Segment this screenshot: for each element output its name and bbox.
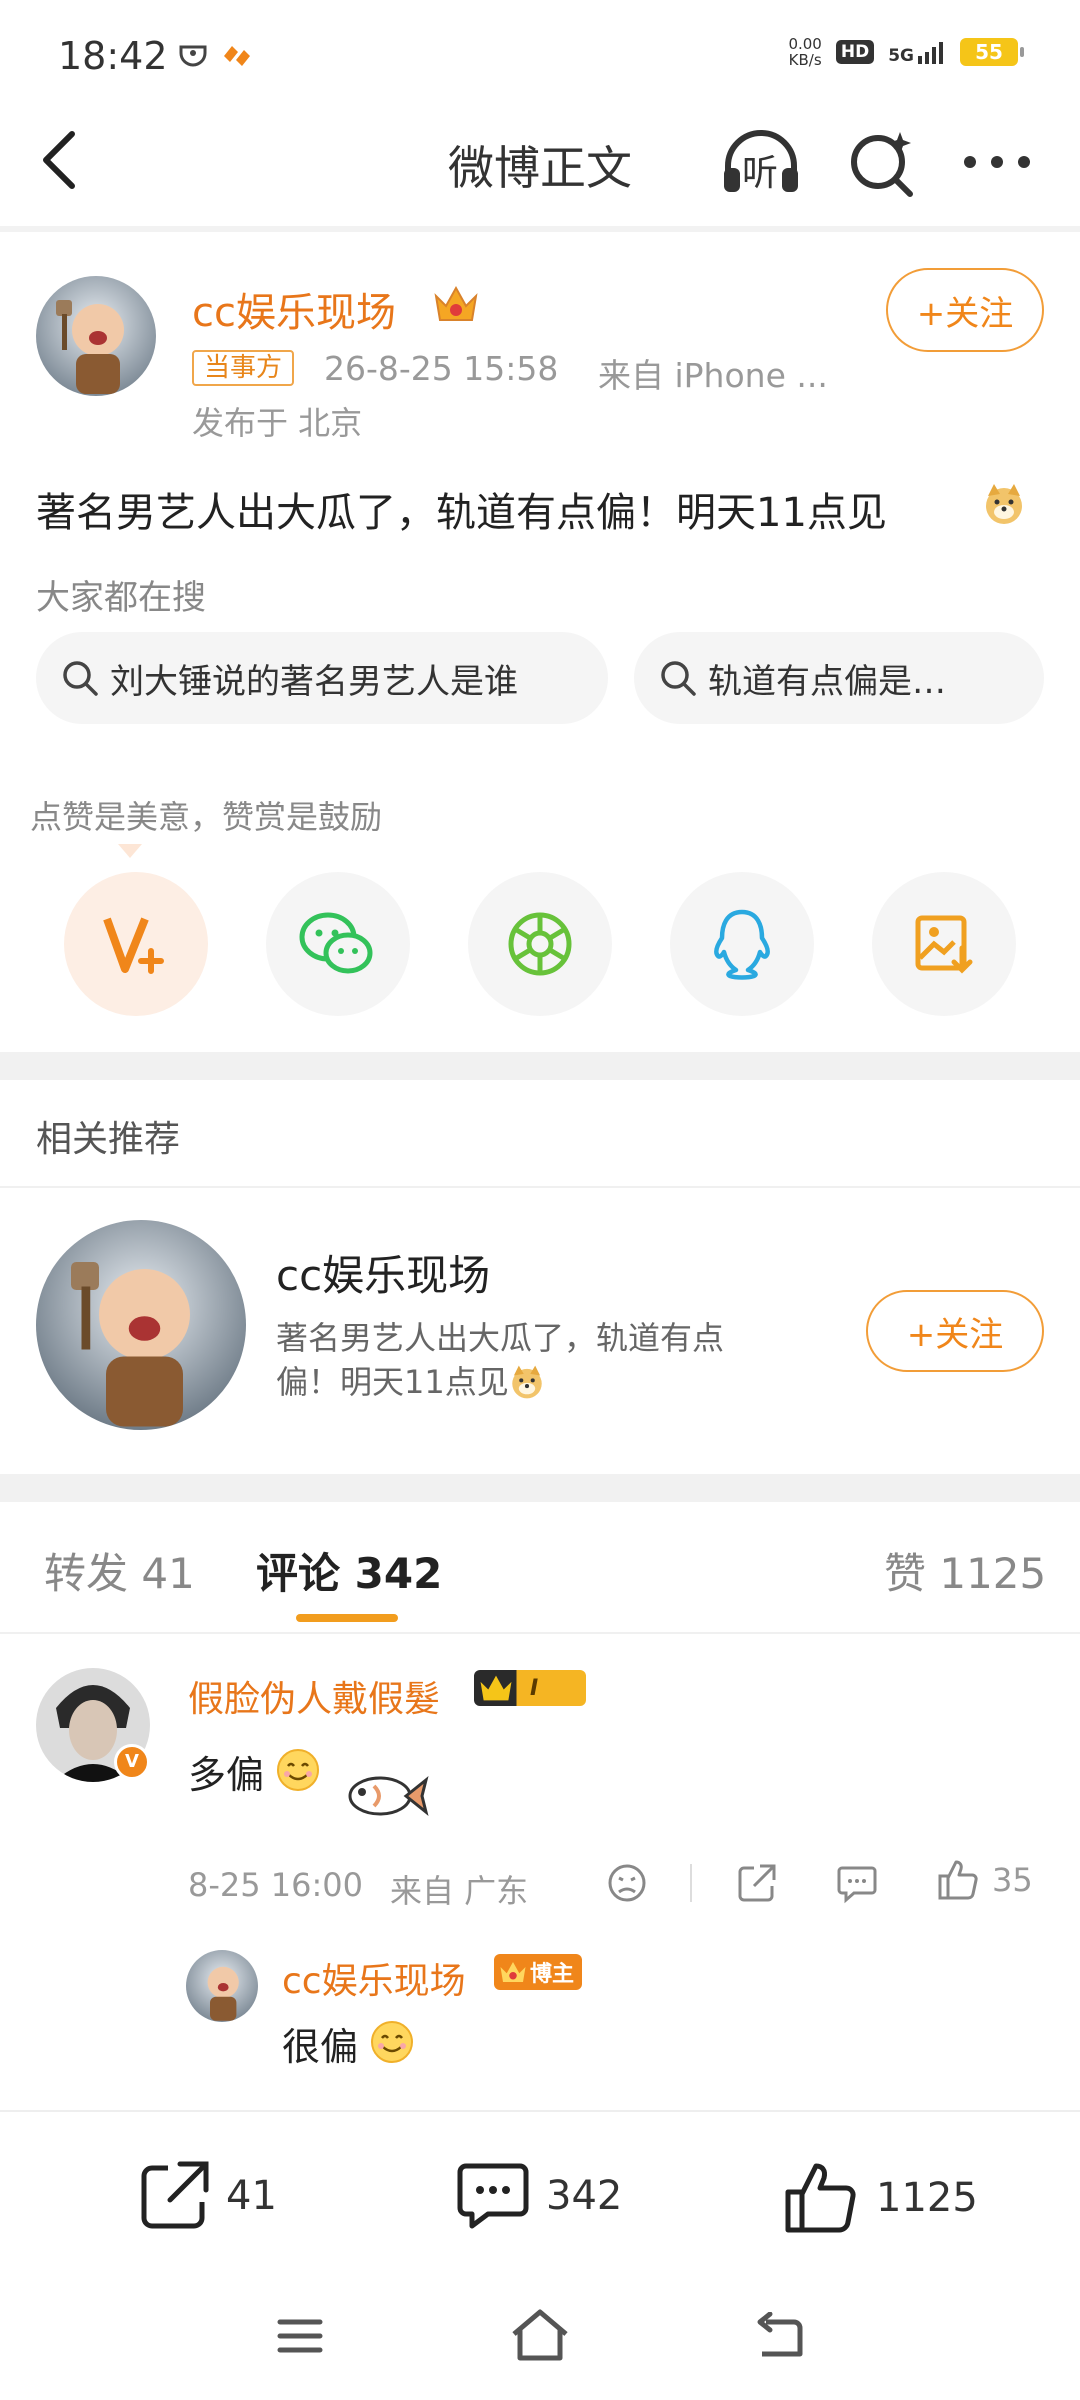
fish-sticker-icon [344, 1766, 430, 1822]
post-source: 来自 iPhone ... [598, 356, 828, 395]
app-notification-icon [220, 42, 254, 70]
doge-emoji-icon [512, 1365, 542, 1399]
comment-bubble-icon [837, 1866, 877, 1904]
nav-menu-button[interactable] [276, 2316, 324, 2356]
author-badge: 博主 [494, 1954, 583, 1990]
doge-emoji-icon [982, 482, 1026, 526]
comment-time: 8-25 16:00 [188, 1866, 364, 1904]
comment-like-button[interactable]: 35 [936, 1858, 1033, 1902]
section-divider [0, 1474, 1080, 1502]
comment-text: 多偏 [188, 1753, 265, 1797]
hot-search-label: 大家都在搜 [36, 578, 206, 618]
commenter-name[interactable]: 假脸伪人戴假髮 [188, 1670, 440, 1722]
recommend-desc: 著名男艺人出大瓜了，轨道有点 偏！明天11点见 [276, 1319, 725, 1401]
repost-button[interactable]: 41 [136, 2158, 277, 2234]
like-button[interactable]: 1125 [782, 2158, 978, 2238]
reward-button[interactable] [64, 872, 208, 1016]
wechat-icon [299, 912, 373, 974]
search-chip-text: 刘大锤说的著名男艺人是谁 [110, 661, 518, 702]
recommend-avatar[interactable] [36, 1220, 246, 1430]
follow-button[interactable]: +关注 [886, 268, 1044, 352]
listen-label: 听 [742, 153, 779, 194]
recommend-follow-button[interactable]: +关注 [866, 1290, 1044, 1372]
post-location: 发布于 北京 [192, 404, 363, 442]
menu-lines-icon [277, 2319, 323, 2353]
share-wechat-button[interactable] [266, 872, 410, 1016]
tab-repost[interactable]: 转发 41 [44, 1540, 195, 1601]
nav-back-button[interactable] [754, 2312, 804, 2360]
search-icon [63, 661, 98, 696]
party-tag: 当事方 [192, 350, 295, 386]
search-chip-1[interactable]: 刘大锤说的著名男艺人是谁 [36, 632, 608, 724]
share-icon [141, 2161, 209, 2229]
signal-icon: 5G [888, 40, 946, 65]
search-sparkle-icon [851, 132, 913, 197]
thumbs-up-icon [938, 1860, 978, 1900]
v-plus-icon [103, 917, 164, 974]
comment-repost-button[interactable] [736, 1862, 778, 1904]
crown-icon [432, 282, 480, 326]
status-time: 18:42 [58, 34, 168, 78]
recommend-divider [0, 1186, 1080, 1188]
tab-comments[interactable]: 评论 342 [256, 1540, 442, 1601]
comment-count: 342 [546, 2173, 623, 2219]
share-qq-button[interactable] [670, 872, 814, 1016]
verified-v-icon: V [114, 1744, 150, 1780]
home-icon [512, 2309, 568, 2361]
comment-bubble-icon [457, 2163, 529, 2229]
thumbs-up-icon [785, 2163, 856, 2233]
like-count: 1125 [876, 2175, 978, 2221]
page-title: 微博正文 [448, 141, 632, 195]
reply-user-name[interactable]: cc娱乐现场 [282, 1952, 466, 2004]
share-icon [738, 1864, 776, 1902]
notification-icon [178, 44, 208, 68]
status-icons: 0.00 KB/s HD 5G 55 [788, 35, 1024, 69]
comment-reply-button[interactable] [836, 1862, 878, 1904]
comment-button[interactable]: 342 [454, 2158, 622, 2234]
frown-face-icon [608, 1864, 646, 1902]
comment-from: 来自 广东 [390, 1872, 529, 1910]
dislike-button[interactable] [606, 1862, 648, 1904]
hint-pointer [118, 844, 142, 858]
share-moments-button[interactable] [468, 872, 612, 1016]
action-divider [690, 1864, 692, 1902]
post-time: 26-8-25 15:58 [324, 349, 559, 388]
repost-count: 41 [226, 2173, 277, 2219]
search-icon [661, 661, 696, 696]
moments-icon [508, 912, 572, 976]
more-button[interactable] [962, 152, 1032, 172]
battery-icon: 55 [960, 38, 1024, 66]
search-chip-2[interactable]: 轨道有点偏是… [634, 632, 1044, 724]
search-chip-text: 轨道有点偏是… [708, 661, 946, 702]
author-avatar[interactable] [36, 276, 156, 396]
tabs-divider [0, 1632, 1080, 1634]
smile-emoji-icon [370, 2020, 414, 2064]
tab-likes[interactable]: 赞 1125 [884, 1540, 1046, 1601]
search-button[interactable] [846, 126, 918, 198]
section-divider [0, 1052, 1080, 1080]
reward-hint: 点赞是美意，赞赏是鼓励 [30, 798, 383, 836]
more-dots-icon [964, 156, 1030, 168]
recommend-name[interactable]: cc娱乐现场 [276, 1242, 490, 1303]
vip-level-badge: I [474, 1670, 586, 1706]
smile-emoji-icon [276, 1748, 320, 1792]
qq-penguin-icon [714, 909, 770, 980]
post-text: 著名男艺人出大瓜了，轨道有点偏！明天11点见 [36, 480, 1022, 538]
recommend-title: 相关推荐 [36, 1119, 181, 1160]
hd-badge: HD [835, 40, 875, 64]
return-icon [757, 2312, 803, 2357]
nav-home-button[interactable] [510, 2308, 570, 2362]
active-tab-indicator [296, 1614, 398, 1622]
net-speed: 0.00 KB/s [788, 35, 822, 69]
reply-text: 很偏 [282, 2025, 359, 2069]
comment-like-count: 35 [992, 1861, 1033, 1899]
reply-avatar[interactable] [186, 1950, 258, 2022]
author-name[interactable]: cc娱乐现场 [192, 280, 396, 338]
header-divider [0, 226, 1080, 232]
listen-button[interactable]: 听 [720, 128, 802, 196]
save-image-icon [915, 915, 973, 974]
save-image-button[interactable] [872, 872, 1016, 1016]
